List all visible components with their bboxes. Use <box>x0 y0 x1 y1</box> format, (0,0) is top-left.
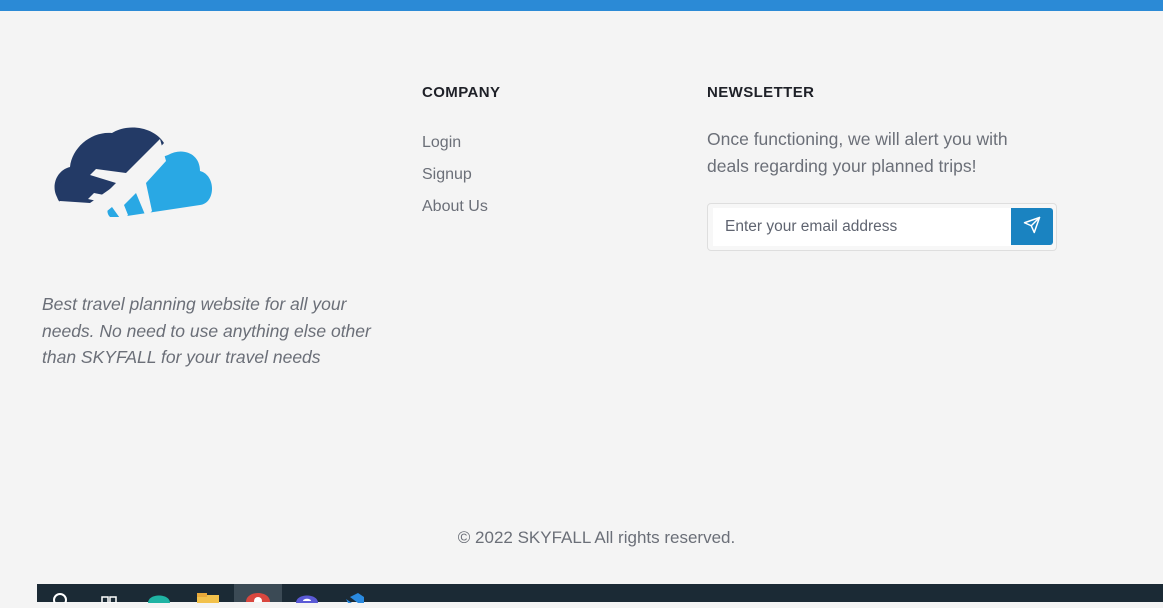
chrome-icon[interactable] <box>234 584 282 605</box>
paper-plane-icon <box>1023 216 1041 237</box>
email-input[interactable] <box>713 208 1011 246</box>
footer-link-signup: Signup <box>422 159 488 191</box>
subscribe-button[interactable] <box>1011 208 1053 245</box>
cloud-plane-logo[interactable] <box>50 119 215 237</box>
footer-link-login: Login <box>422 127 488 159</box>
file-explorer-icon[interactable] <box>196 590 220 603</box>
login-link[interactable]: Login <box>422 134 461 151</box>
company-links: Login Signup About Us <box>422 127 488 223</box>
newsletter-description: Once functioning, we will alert you with… <box>707 129 1008 176</box>
newsletter-heading: NEWSLETTER <box>707 84 815 101</box>
edge-icon[interactable] <box>146 590 172 603</box>
company-heading: COMPANY <box>422 84 501 101</box>
taskbar-left-gap <box>0 584 37 602</box>
signup-link[interactable]: Signup <box>422 166 472 183</box>
search-icon[interactable] <box>52 590 68 607</box>
newsletter-form <box>707 203 1057 251</box>
vscode-icon[interactable] <box>342 590 368 603</box>
top-accent-bar <box>0 0 1163 11</box>
task-view-icon[interactable] <box>100 590 118 604</box>
app-icon[interactable] <box>294 590 320 603</box>
copyright-text: © 2022 SKYFALL All rights reserved. <box>457 528 736 547</box>
about-us-link[interactable]: About Us <box>422 198 488 215</box>
windows-taskbar <box>0 584 1163 607</box>
brand-tagline: Best travel planning website for all you… <box>42 294 371 367</box>
footer-link-about: About Us <box>422 191 488 223</box>
site-footer: Best travel planning website for all you… <box>0 11 1163 584</box>
